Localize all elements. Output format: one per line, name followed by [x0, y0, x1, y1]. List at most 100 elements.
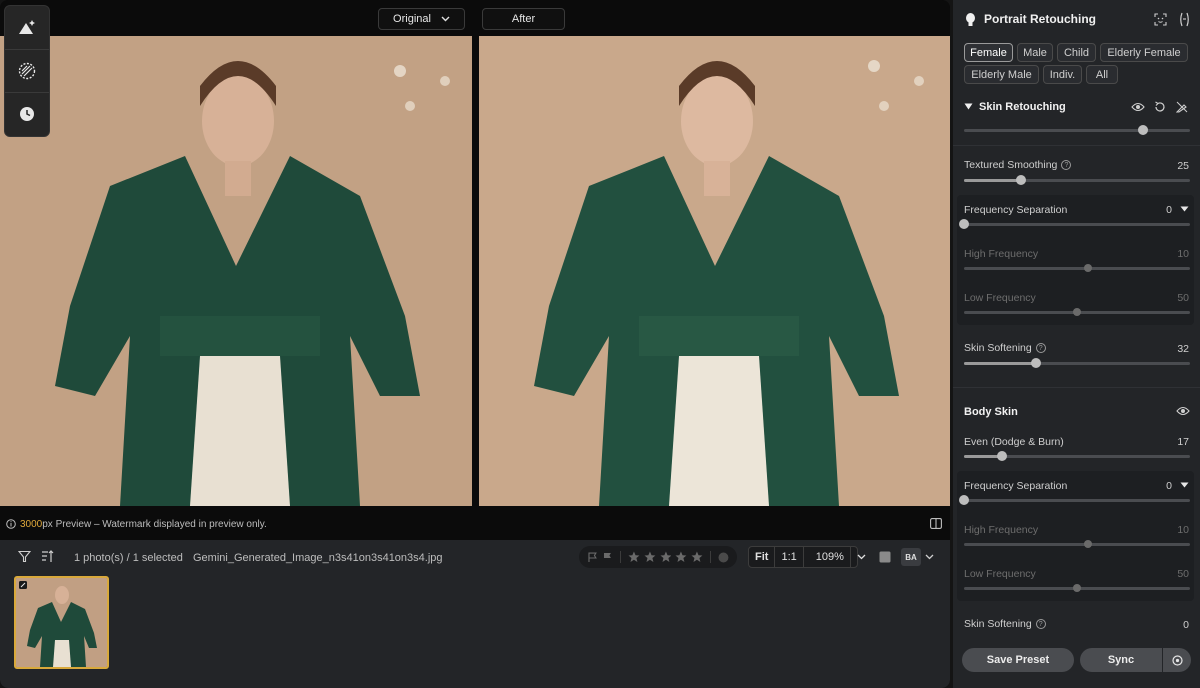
after-photo[interactable] [479, 36, 950, 506]
texture-tool-button[interactable] [5, 49, 49, 91]
star-icon[interactable] [675, 551, 687, 563]
slider-knob[interactable] [997, 451, 1008, 461]
divider [953, 145, 1200, 146]
hidden-slider[interactable] [964, 125, 1190, 135]
photo-thumbnail[interactable] [14, 576, 109, 669]
original-photo[interactable] [0, 36, 472, 506]
high-frequency-value: 10 [1177, 248, 1189, 260]
slider-knob[interactable] [959, 219, 969, 229]
low-frequency-value: 50 [1177, 292, 1189, 304]
zoom-fit-button[interactable]: Fit [749, 547, 776, 567]
zoom-1to1-button[interactable]: 1:1 [775, 547, 804, 567]
high-frequency-slider[interactable] [964, 540, 1190, 548]
history-tool-button[interactable] [5, 92, 49, 134]
preset-chip-female[interactable]: Female [964, 43, 1013, 62]
eye-icon[interactable] [1131, 101, 1145, 113]
help-icon[interactable]: ? [1061, 160, 1072, 171]
face-detect-icon[interactable] [1154, 13, 1167, 26]
star-icon[interactable] [644, 551, 656, 563]
slider-fill [964, 179, 1021, 182]
even-dodge-burn-label: Even (Dodge & Burn) [964, 436, 1064, 448]
sync-settings-button[interactable] [1163, 648, 1191, 672]
edited-pencil-icon [19, 581, 27, 589]
preview-text: Preview – Watermark displayed in preview… [55, 518, 267, 530]
filmstrip-panel: 1 photo(s) / 1 selected Gemini_Generated… [0, 540, 950, 688]
reset-icon[interactable] [1154, 101, 1166, 113]
panel-footer: Save Preset Sync [953, 640, 1200, 688]
even-dodge-burn-value: 17 [1177, 436, 1189, 448]
main-canvas-area: Original After 3000px Preview – Watermar… [0, 0, 950, 688]
chevron-down-icon[interactable] [925, 554, 934, 560]
portrait-sparkle-icon [19, 20, 35, 34]
skin-softening-text: Skin Softening [964, 618, 1032, 630]
preset-chip-individual[interactable]: Indiv. [1043, 65, 1082, 84]
info-icon [6, 519, 16, 529]
preset-chip-child[interactable]: Child [1057, 43, 1096, 62]
high-frequency-value: 10 [1177, 524, 1189, 536]
save-preset-button[interactable]: Save Preset [962, 648, 1074, 672]
caret-down-icon[interactable] [1180, 206, 1189, 212]
textured-smoothing-text: Textured Smoothing [964, 159, 1058, 171]
file-name: Gemini_Generated_Image_n3s41on3s41on3s4.… [193, 552, 443, 564]
low-frequency-slider[interactable] [964, 584, 1190, 592]
star-icon[interactable] [660, 551, 672, 563]
preset-chip-elderly-male[interactable]: Elderly Male [964, 65, 1039, 84]
compare-toolbar: Original After [0, 0, 950, 36]
even-dodge-burn-slider[interactable] [964, 451, 1190, 461]
original-dropdown[interactable]: Original [378, 8, 465, 30]
body-shape-icon[interactable] [1179, 12, 1190, 27]
frequency-separation-slider[interactable] [959, 219, 1190, 229]
caret-down-icon[interactable] [1180, 482, 1189, 488]
skin-softening-slider[interactable] [964, 358, 1190, 368]
slider-knob[interactable] [1015, 175, 1026, 185]
high-frequency-label: High Frequency [964, 248, 1039, 260]
filter-icon[interactable] [18, 550, 31, 563]
divider [619, 551, 621, 563]
textured-smoothing-slider[interactable] [964, 175, 1190, 185]
slider-knob[interactable] [1137, 125, 1148, 135]
eraser-brush-icon[interactable] [1176, 101, 1188, 113]
low-frequency-slider[interactable] [964, 308, 1190, 316]
textured-smoothing-value: 25 [1177, 160, 1189, 172]
star-icon[interactable] [628, 551, 640, 563]
textured-smoothing-label: Textured Smoothing? [964, 159, 1072, 171]
high-frequency-slider[interactable] [964, 264, 1190, 272]
frequency-separation-slider[interactable] [959, 495, 1190, 505]
portrait-head-icon [966, 12, 975, 26]
star-icon[interactable] [691, 551, 703, 563]
preset-chip-male[interactable]: Male [1017, 43, 1053, 62]
after-button[interactable]: After [482, 8, 565, 30]
color-label-icon[interactable] [718, 552, 729, 563]
preview-px-unit: px [42, 518, 53, 530]
slider-knob[interactable] [1073, 308, 1081, 316]
tool-palette [4, 5, 50, 137]
single-view-icon[interactable] [879, 551, 891, 563]
slider-knob[interactable] [1073, 584, 1081, 592]
clock-icon [20, 106, 34, 121]
sync-button[interactable]: Sync [1080, 648, 1162, 672]
gear-icon [1171, 654, 1183, 666]
slider-knob[interactable] [1031, 358, 1042, 368]
slider-knob[interactable] [959, 495, 969, 505]
sort-icon[interactable] [41, 550, 55, 563]
retouch-tool-button[interactable] [5, 6, 49, 48]
flag-pick-icon[interactable] [587, 552, 598, 563]
help-icon[interactable]: ? [1035, 343, 1046, 354]
preset-chip-elderly-female[interactable]: Elderly Female [1100, 43, 1188, 62]
help-icon[interactable]: ? [1035, 619, 1046, 630]
split-view-icon[interactable] [930, 518, 942, 529]
skin-retouching-title: Skin Retouching [979, 101, 1066, 113]
collapse-triangle-icon[interactable] [964, 103, 973, 110]
zoom-controls: Fit 1:1 109% [748, 546, 866, 568]
preview-notice-bar: 3000px Preview – Watermark displayed in … [0, 512, 950, 536]
preview-notice-text: 3000px Preview – Watermark displayed in … [20, 519, 267, 530]
frequency-separation-value: 0 [1166, 204, 1172, 216]
flag-reject-icon[interactable] [602, 552, 613, 563]
eye-icon[interactable] [1176, 405, 1190, 417]
zoom-select[interactable]: 109% [804, 547, 872, 567]
skin-softening-text: Skin Softening [964, 342, 1032, 354]
before-after-view-button[interactable]: BA [901, 548, 921, 566]
body-skin-title: Body Skin [964, 406, 1018, 418]
panel-title: Portrait Retouching [984, 12, 1097, 26]
preset-chip-all[interactable]: All [1086, 65, 1118, 84]
